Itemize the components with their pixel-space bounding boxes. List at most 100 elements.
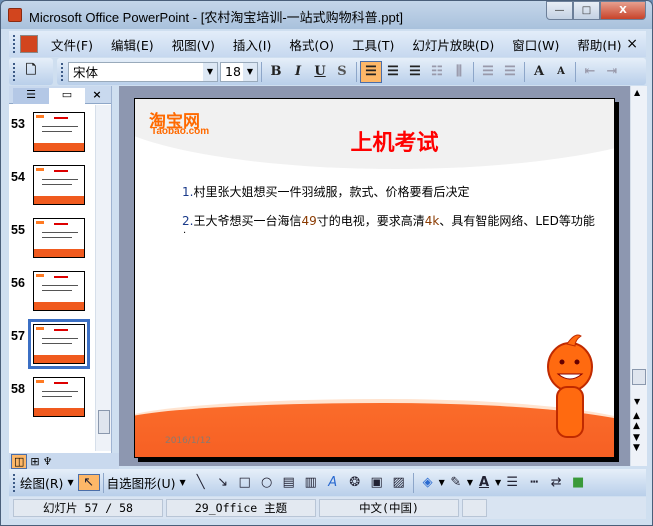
line-color-icon[interactable]: ✎ [445, 475, 467, 490]
formatting-toolbar: 宋体 ▼ 18 ▼ B I U S ☰ ☰ ☰ ☷ ⫼ ☰ ☰ A A ⇤ ⇥ [57, 58, 646, 85]
slide-thumbnail[interactable]: 55 [9, 211, 95, 264]
slideshow-icon[interactable]: ♆ [43, 455, 53, 468]
pane-scrollbar[interactable] [95, 105, 111, 451]
autoshapes-menu[interactable]: 自选图形(U) [107, 473, 176, 492]
align-left-icon[interactable]: ☰ [360, 60, 382, 83]
textbox-icon[interactable]: ▤ [278, 475, 300, 490]
next-slide-icon[interactable]: ▼ ▼ [633, 433, 640, 453]
divider [356, 61, 357, 82]
vertical-text-icon[interactable]: ⫼ [448, 61, 470, 83]
distribute-icon[interactable]: ☷ [426, 61, 448, 83]
view-buttons: ◫ ⊞ ♆ [9, 453, 119, 469]
grip[interactable] [13, 35, 16, 53]
menu-format[interactable]: 格式(O) [280, 35, 343, 54]
chevron-down-icon[interactable]: ▼ [203, 62, 217, 81]
dash-style-icon[interactable]: ┅ [523, 475, 545, 490]
slide-sorter-icon[interactable]: ⊞ [30, 455, 39, 468]
bullets-icon[interactable]: ☰ [499, 61, 521, 83]
diagram-icon[interactable]: ❂ [344, 475, 366, 490]
shrink-font-button[interactable]: A [550, 61, 572, 83]
normal-view-icon[interactable]: ◫ [11, 453, 28, 469]
document-icon[interactable] [20, 35, 38, 53]
grow-font-button[interactable]: A [528, 61, 550, 83]
previous-slide-icon[interactable]: ▲ ▲ [633, 411, 640, 431]
thumbnail-image[interactable] [28, 319, 90, 369]
scroll-down-icon[interactable]: ▼ [634, 397, 640, 406]
slide-thumbnail[interactable]: 54 [9, 158, 95, 211]
thumbnail-image[interactable] [33, 377, 85, 417]
wordart-icon[interactable]: A [322, 475, 344, 490]
shadow-button[interactable]: S [331, 61, 353, 83]
fill-color-icon[interactable]: ◈ [417, 475, 439, 490]
slide-thumbnail[interactable]: 57 [9, 317, 95, 370]
grip[interactable] [61, 62, 64, 81]
grip[interactable] [13, 62, 16, 81]
menu-tools[interactable]: 工具(T) [343, 35, 403, 54]
select-pointer-icon[interactable]: ↖ [77, 474, 100, 491]
question-1[interactable]: 1.村里张大姐想买一件羽绒服，款式、价格要看后决定 [182, 183, 469, 200]
italic-button[interactable]: I [287, 61, 309, 83]
slide-number: 58 [11, 382, 25, 396]
clipart-icon[interactable]: ▣ [366, 475, 388, 490]
close-button[interactable]: X [600, 1, 646, 20]
maximize-button[interactable]: □ [573, 1, 600, 20]
font-size-select[interactable]: 18 ▼ [220, 61, 258, 82]
thumb-logo [36, 168, 44, 171]
arrow-style-icon[interactable]: ⇄ [545, 475, 567, 490]
tab-outline[interactable]: ☰ [13, 88, 49, 104]
oval-icon[interactable]: ○ [256, 475, 278, 490]
scroll-up-icon[interactable]: ▲ [634, 88, 640, 97]
rectangle-icon[interactable]: □ [234, 475, 256, 490]
slide-title[interactable]: 上机考试 [135, 125, 614, 157]
thumbnail-image[interactable] [33, 218, 85, 258]
slide-scrollbar[interactable]: ▲ ▼ ▲ ▲ ▼ ▼ [630, 86, 647, 466]
draw-menu[interactable]: 绘图(R) [20, 473, 63, 492]
question-2[interactable]: 2.王大爷想买一台海信49寸的电视，要求高清4k、具有智能网络、LED等功能 [182, 212, 595, 229]
grip[interactable] [13, 473, 16, 492]
align-right-icon[interactable]: ☰ [404, 61, 426, 83]
line-style-icon[interactable]: ☰ [501, 475, 523, 490]
underline-button[interactable]: U [309, 61, 331, 83]
slide-thumbnail[interactable]: 53 [9, 105, 95, 158]
increase-indent-icon[interactable]: ⇥ [601, 61, 623, 83]
menu-view[interactable]: 视图(V) [163, 35, 224, 54]
font-color-icon[interactable]: A [473, 475, 495, 490]
decrease-indent-icon[interactable]: ⇤ [579, 61, 601, 83]
standard-toolbar: 🗋 [9, 58, 53, 85]
menu-insert[interactable]: 插入(I) [224, 35, 280, 54]
chevron-down-icon[interactable]: ▼ [67, 478, 73, 487]
slide-thumbnail[interactable]: 58 [9, 370, 95, 423]
thumbnail-image[interactable] [33, 112, 85, 152]
arrow-icon[interactable]: ↘ [212, 475, 234, 490]
powerpoint-icon[interactable] [8, 8, 22, 22]
numbering-icon[interactable]: ☰ [477, 61, 499, 83]
menu-file[interactable]: 文件(F) [42, 35, 102, 54]
thumbnail-image[interactable] [33, 165, 85, 205]
chevron-down-icon[interactable]: ▼ [180, 478, 186, 487]
slide-canvas[interactable]: 淘宝网 Taobao.com 上机考试 1.村里张大姐想买一件羽绒服，款式、价格… [134, 98, 615, 458]
bold-button[interactable]: B [265, 61, 287, 83]
menu-window[interactable]: 窗口(W) [503, 35, 568, 54]
thumbnail-image[interactable] [33, 271, 85, 311]
item-text: 、具有智能网络、LED等功能 [439, 214, 595, 228]
menu-slideshow[interactable]: 幻灯片放映(D) [403, 35, 503, 54]
new-document-icon[interactable]: 🗋 [20, 61, 42, 83]
slide-number: 53 [11, 117, 25, 131]
thumb-logo [36, 327, 44, 330]
vertical-textbox-icon[interactable]: ▥ [300, 475, 322, 490]
line-icon[interactable]: ╲ [190, 475, 212, 490]
minimize-button[interactable]: — [546, 1, 573, 20]
shadow-style-icon[interactable]: ■ [567, 475, 589, 490]
tab-slides[interactable]: ▭ [49, 88, 85, 104]
picture-icon[interactable]: ▨ [388, 475, 410, 490]
close-pane-button[interactable]: × [87, 88, 107, 104]
scroll-thumb[interactable] [98, 410, 110, 434]
menu-help[interactable]: 帮助(H) [568, 35, 630, 54]
close-document-button[interactable]: × [626, 36, 638, 52]
font-select[interactable]: 宋体 ▼ [68, 61, 218, 82]
align-center-icon[interactable]: ☰ [382, 61, 404, 83]
menu-edit[interactable]: 编辑(E) [102, 35, 163, 54]
scroll-thumb[interactable] [632, 369, 646, 385]
chevron-down-icon[interactable]: ▼ [243, 62, 257, 81]
slide-thumbnail[interactable]: 56 [9, 264, 95, 317]
